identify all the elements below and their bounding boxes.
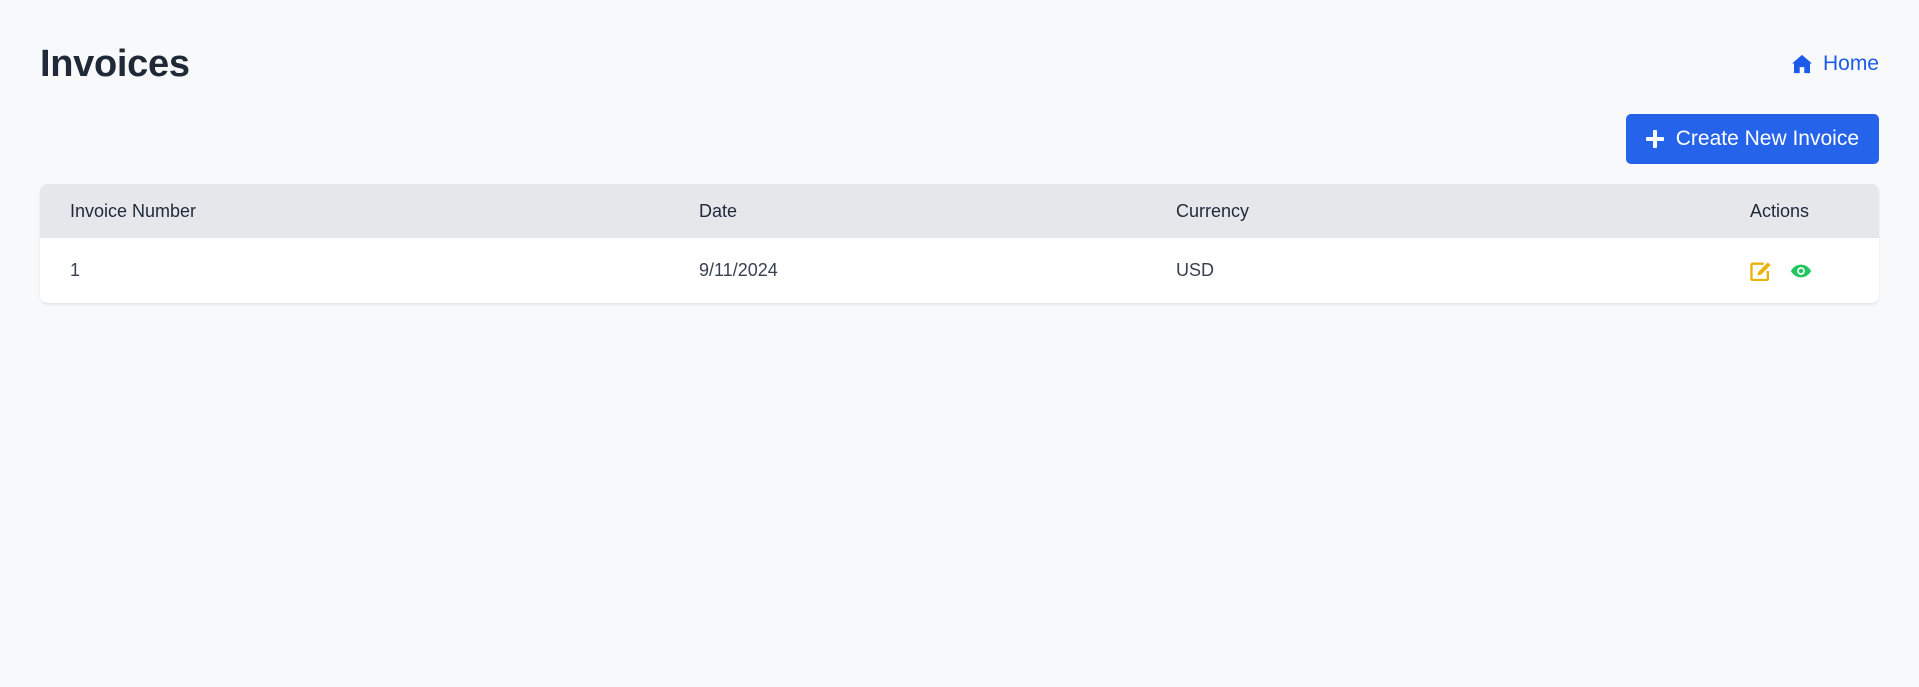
cell-currency: USD <box>1176 260 1215 280</box>
edit-icon[interactable] <box>1750 261 1772 281</box>
cell-date: 9/11/2024 <box>699 260 778 280</box>
column-header-invoice-number: Invoice Number <box>70 200 197 221</box>
eye-icon[interactable] <box>1790 263 1812 279</box>
home-link[interactable]: Home <box>1791 52 1879 76</box>
table-header-row: Invoice Number Date Currency Actions <box>40 184 1879 238</box>
page-title: Invoices <box>40 42 190 85</box>
column-header-actions: Actions <box>1750 200 1810 221</box>
cell-invoice-number: 1 <box>70 260 81 280</box>
home-link-label: Home <box>1822 52 1879 75</box>
column-header-date: Date <box>699 200 738 221</box>
plus-icon <box>1645 130 1664 148</box>
create-new-invoice-label: Create New Invoice <box>1675 127 1859 150</box>
column-header-currency: Currency <box>1176 200 1250 221</box>
create-new-invoice-button[interactable]: Create New Invoice <box>1625 114 1879 164</box>
cell-actions <box>1720 238 1879 303</box>
row-actions <box>1750 261 1879 281</box>
table-row: 1 9/11/2024 USD <box>40 238 1879 303</box>
home-icon <box>1791 54 1813 74</box>
invoices-table: Invoice Number Date Currency Actions 1 9… <box>40 184 1879 304</box>
invoices-page: Invoices Home Create New Invoice Invoice… <box>0 0 1919 687</box>
toolbar: Create New Invoice <box>40 114 1879 164</box>
page-header: Invoices Home <box>40 0 1879 128</box>
